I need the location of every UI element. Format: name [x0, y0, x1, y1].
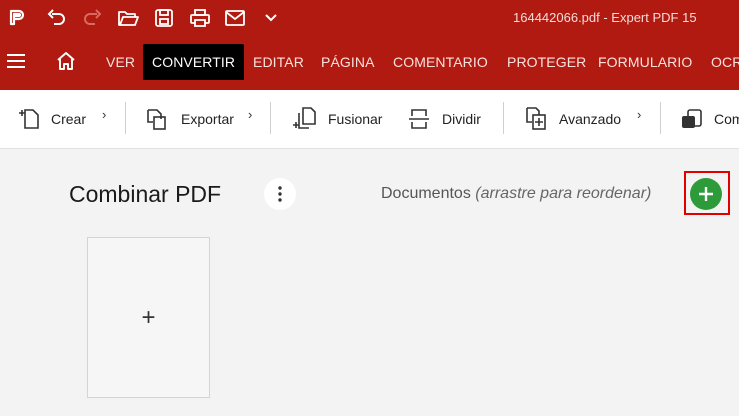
tab-pagina[interactable]: PÁGINA: [321, 54, 375, 70]
avanzado-chevron-icon[interactable]: ›: [637, 107, 641, 122]
tab-convertir[interactable]: CONVERTIR: [143, 44, 245, 80]
tab-editar[interactable]: EDITAR: [253, 54, 304, 70]
crear-chevron-icon[interactable]: ›: [102, 107, 106, 122]
toolbar: Crear › Exportar › Fusionar Dividir Avan…: [0, 90, 739, 149]
save-icon[interactable]: [153, 7, 175, 29]
page-title: Combinar PDF: [69, 181, 222, 207]
documents-title: Documentos: [381, 185, 471, 202]
chevron-down-icon[interactable]: [260, 7, 282, 29]
home-icon[interactable]: [56, 51, 76, 76]
redo-icon[interactable]: [82, 7, 104, 29]
mail-icon[interactable]: [224, 7, 246, 29]
add-file-card[interactable]: +: [87, 237, 210, 398]
dividir-label: Dividir: [442, 111, 481, 127]
crear-label: Crear: [51, 111, 87, 127]
tab-proteger[interactable]: PROTEGER: [507, 54, 586, 70]
create-icon: [19, 109, 39, 129]
exportar-button[interactable]: Exportar: [145, 106, 234, 132]
add-document-button[interactable]: [690, 178, 722, 210]
open-folder-icon[interactable]: [117, 7, 139, 29]
comprimir-button[interactable]: Com: [680, 106, 739, 132]
fusionar-label: Fusionar: [328, 111, 383, 127]
merge-icon: [293, 107, 316, 129]
separator: [503, 102, 504, 134]
compress-icon: [682, 109, 702, 128]
dividir-button[interactable]: Dividir: [408, 106, 481, 132]
more-options-button[interactable]: [264, 178, 296, 210]
hamburger-menu-icon[interactable]: [7, 54, 25, 73]
comprimir-label: Com: [714, 111, 739, 127]
avanzado-label: Avanzado: [559, 111, 622, 127]
plus-icon: [699, 187, 713, 201]
separator: [125, 102, 126, 134]
print-icon[interactable]: [189, 7, 211, 29]
export-icon: [147, 109, 166, 130]
separator: [270, 102, 271, 134]
advanced-icon: [526, 107, 546, 130]
documents-hint: (arrastre para reordenar): [475, 185, 652, 202]
title-bar: 164442066.pdf - Expert PDF 15: [0, 0, 739, 36]
split-icon: [409, 109, 429, 129]
window-title: 164442066.pdf - Expert PDF 15: [513, 10, 697, 25]
tab-ver[interactable]: VER: [106, 54, 135, 70]
add-file-plus-icon: +: [141, 303, 156, 331]
ribbon-tabs: VER CONVERTIR EDITAR PÁGINA COMENTARIO P…: [0, 36, 739, 90]
exportar-label: Exportar: [181, 111, 234, 127]
app-logo-icon[interactable]: [5, 7, 27, 29]
exportar-chevron-icon[interactable]: ›: [248, 107, 252, 122]
tab-formulario[interactable]: FORMULARIO: [598, 54, 692, 70]
kebab-icon: [278, 186, 282, 202]
avanzado-button[interactable]: Avanzado: [525, 106, 621, 132]
tab-ocr[interactable]: OCR: [711, 54, 739, 70]
crear-button[interactable]: Crear: [17, 106, 86, 132]
documents-label: Documentos (arrastre para reordenar): [381, 185, 651, 203]
undo-icon[interactable]: [45, 7, 67, 29]
separator: [660, 102, 661, 134]
tab-comentario[interactable]: COMENTARIO: [393, 54, 488, 70]
fusionar-button[interactable]: Fusionar: [292, 106, 382, 132]
